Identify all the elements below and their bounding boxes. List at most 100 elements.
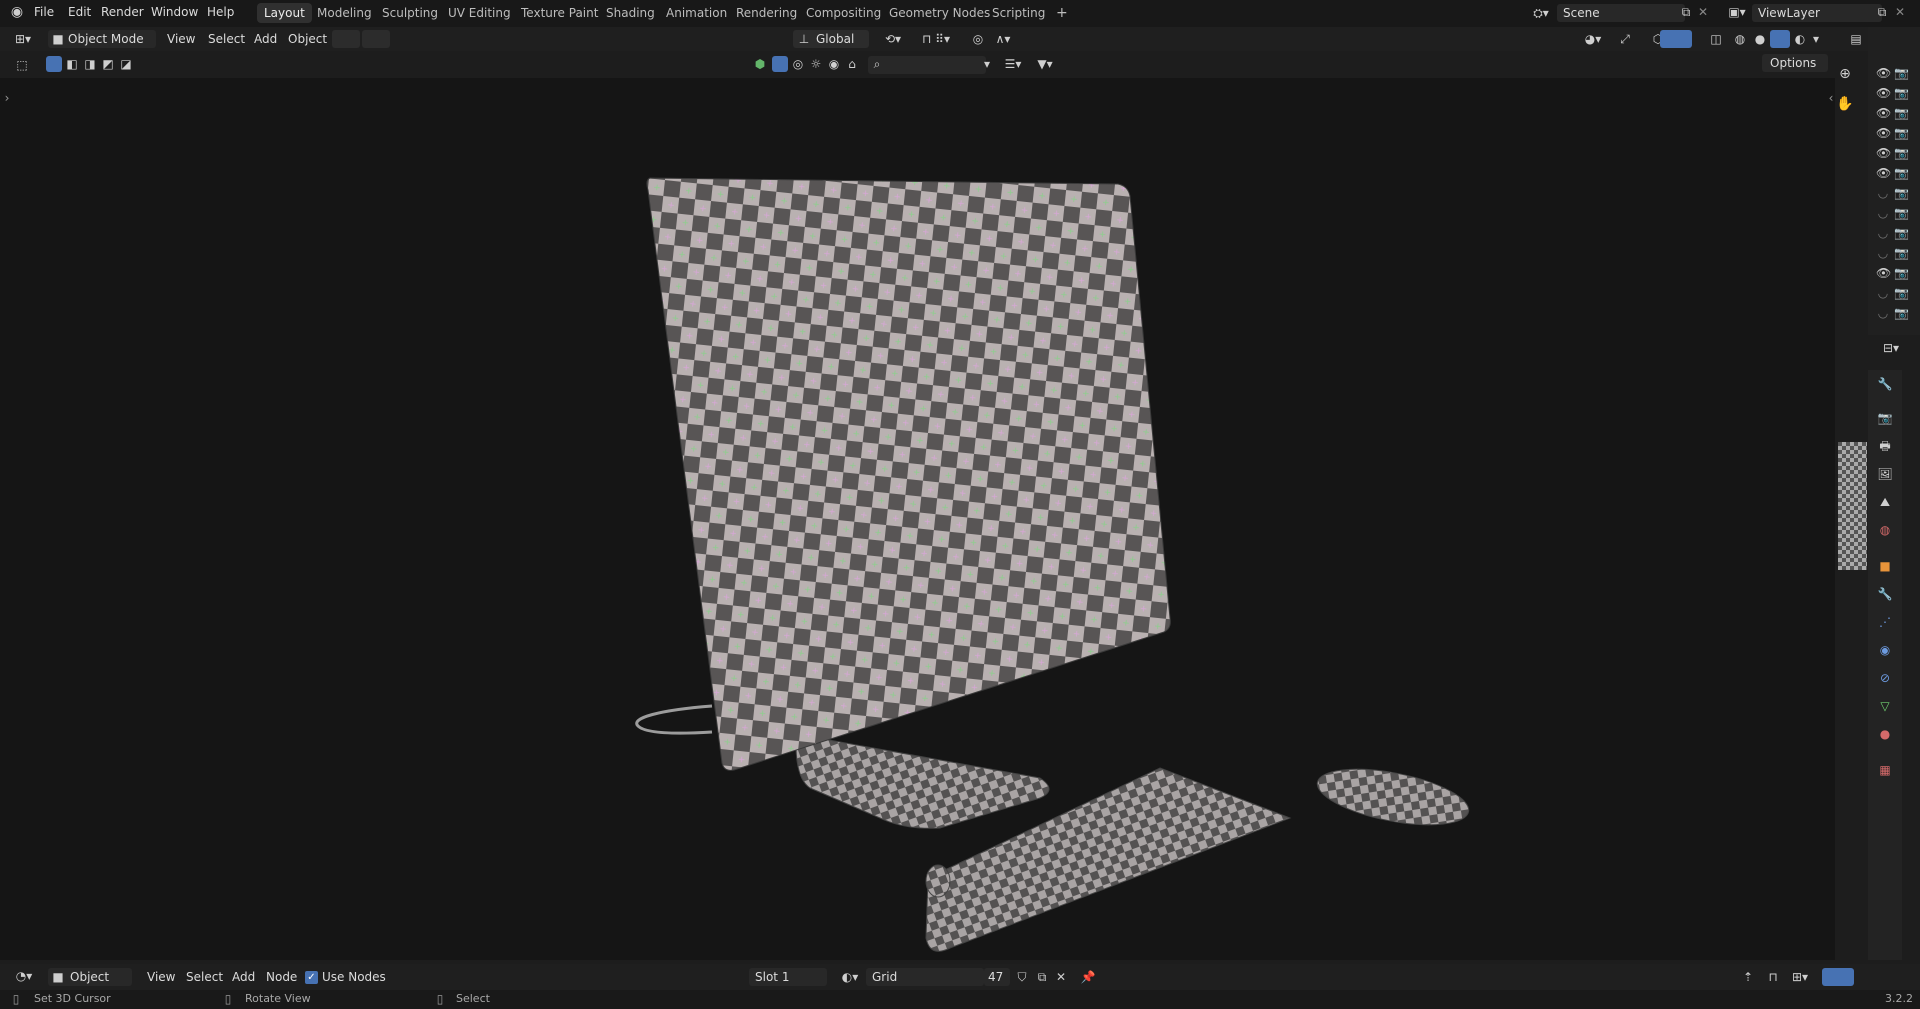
outliner-hidden-icon[interactable]: ◡ [1876, 185, 1890, 201]
menu-file[interactable]: File [34, 5, 54, 19]
copy-scene-icon[interactable]: ⧉ [1678, 4, 1694, 20]
output-tab-icon[interactable]: 🖶 [1877, 438, 1893, 454]
solid-shading-icon[interactable]: ● [1752, 31, 1768, 47]
constraints-tab-icon[interactable]: ⊘ [1877, 670, 1893, 686]
render-tab-icon[interactable]: 📷 [1877, 410, 1893, 426]
outliner-render-icon[interactable]: 📷 [1894, 85, 1909, 101]
viewport-menu-view[interactable]: View [167, 32, 195, 46]
mesh-filter-button[interactable] [772, 56, 788, 72]
node-menu-select[interactable]: Select [186, 970, 223, 984]
outliner-visibility-icon[interactable]: 👁 [1876, 65, 1891, 81]
scene-selector-icon[interactable]: ⛭▾ [1527, 5, 1555, 21]
menu-render[interactable]: Render [101, 5, 144, 19]
data-tab-icon[interactable]: ▽ [1877, 698, 1893, 714]
rendered-shading-icon[interactable]: ◐ [1792, 31, 1808, 47]
options-dropdown[interactable]: Options [1762, 54, 1828, 72]
viewport-menu-add[interactable]: Add [254, 32, 277, 46]
scene-name-field[interactable]: Scene [1557, 4, 1685, 22]
tab-rendering[interactable]: Rendering [729, 3, 804, 23]
tab-modeling[interactable]: Modeling [310, 3, 379, 23]
outliner-render-icon[interactable]: 📷 [1894, 305, 1909, 321]
fake-user-shield-icon[interactable]: ⛉ [1014, 969, 1030, 985]
search-options-chevron-icon[interactable]: ▾ [980, 56, 994, 72]
tab-sculpting[interactable]: Sculpting [375, 3, 445, 23]
tab-compositing[interactable]: Compositing [799, 3, 888, 23]
outliner-hidden-icon[interactable]: ◡ [1876, 225, 1890, 241]
outliner-render-icon[interactable]: 📷 [1894, 105, 1909, 121]
particles-tab-icon[interactable]: ⋰ [1877, 614, 1893, 630]
proportional-editing-icon[interactable]: ◎ [970, 31, 986, 47]
select-tool-icon[interactable]: ⬚ [14, 57, 30, 73]
scene-tab-icon[interactable]: ⛰ [1877, 494, 1893, 510]
viewport-menu-select[interactable]: Select [208, 32, 245, 46]
select-difference-icon[interactable]: ◩ [100, 56, 116, 72]
outliner-render-icon[interactable]: 📷 [1894, 165, 1909, 181]
tab-uv-editing[interactable]: UV Editing [441, 3, 518, 23]
object-type-filter-icon[interactable]: ⬢ [752, 56, 768, 72]
menu-help[interactable]: Help [207, 5, 234, 19]
falloff-icon[interactable]: ∧▾ [992, 31, 1014, 47]
node-menu-node[interactable]: Node [266, 970, 297, 984]
tab-layout[interactable]: Layout [257, 3, 312, 23]
copy-view-layer-icon[interactable]: ⧉ [1874, 4, 1890, 20]
view-layer-tab-icon[interactable]: 🖼 [1877, 466, 1893, 482]
outliner-hidden-icon[interactable]: ◡ [1876, 205, 1890, 221]
outliner-render-icon[interactable]: 📷 [1894, 65, 1909, 81]
texture-tab-icon[interactable]: ▦ [1877, 762, 1893, 778]
pin-icon[interactable]: 📌 [1080, 969, 1096, 985]
outliner-render-icon[interactable]: 📷 [1894, 205, 1909, 221]
blender-logo-icon[interactable]: ◉ [8, 4, 26, 20]
parent-node-tree-icon[interactable]: ⇡ [1740, 969, 1756, 985]
viewport-search-input[interactable] [868, 56, 986, 74]
overlays-toggle-button[interactable] [1660, 30, 1692, 48]
node-editor-type-icon[interactable]: ◔▾ [10, 968, 38, 984]
outliner-visibility-icon[interactable]: 👁 [1876, 105, 1891, 121]
tab-shading[interactable]: Shading [599, 3, 662, 23]
pan-view-hand-icon[interactable]: ✋ [1836, 96, 1854, 112]
select-intersect-icon[interactable]: ◪ [118, 56, 134, 72]
outliner-hidden-icon[interactable]: ◡ [1876, 245, 1890, 261]
outliner-render-icon[interactable]: 📷 [1894, 245, 1909, 261]
properties-editor-type-icon[interactable]: ⊟▾ [1878, 340, 1904, 356]
zoom-view-icon[interactable]: ⊕ [1836, 66, 1854, 82]
outliner-render-icon[interactable]: 📷 [1894, 185, 1909, 201]
outliner-visibility-icon[interactable]: 👁 [1876, 265, 1891, 281]
sidebar-toggle-icon[interactable]: ▤ [1848, 31, 1864, 47]
tab-scripting[interactable]: Scripting [985, 3, 1052, 23]
curve-filter-icon[interactable]: ◎ [790, 56, 806, 72]
tab-texture-paint[interactable]: Texture Paint [514, 3, 605, 23]
snapping-icon[interactable]: ⊓ ⠿▾ [914, 31, 958, 47]
select-subtract-icon[interactable]: ◨ [82, 56, 98, 72]
menu-edit[interactable]: Edit [68, 5, 91, 19]
node-overlays-toggle-button[interactable] [1822, 968, 1854, 986]
node-menu-view[interactable]: View [147, 970, 175, 984]
add-workspace-button[interactable]: + [1049, 3, 1075, 23]
outliner-visibility-icon[interactable]: 👁 [1876, 85, 1891, 101]
outliner-visibility-icon[interactable]: 👁 [1876, 125, 1891, 141]
mode-dropdown[interactable]: Object Mode [48, 30, 156, 48]
close-view-layer-icon[interactable]: ✕ [1893, 4, 1907, 20]
sidebar-expand-chevron-icon[interactable]: ‹ [1826, 90, 1836, 106]
gizmo-toggle-button[interactable] [332, 30, 360, 48]
node-snap-icon[interactable]: ⊓ [1764, 969, 1782, 985]
shading-options-chevron-icon[interactable]: ▾ [1810, 31, 1822, 47]
editor-type-icon[interactable]: ⊞▾ [10, 31, 36, 47]
browse-material-icon[interactable]: ◐▾ [836, 969, 864, 985]
outliner-hidden-icon[interactable]: ◡ [1876, 285, 1890, 301]
material-slot-dropdown[interactable]: Slot 1 [749, 968, 827, 986]
material-name-field[interactable]: Grid [866, 968, 984, 986]
toolbar-expand-chevron-icon[interactable]: › [2, 90, 12, 106]
outliner-render-icon[interactable]: 📷 [1894, 145, 1909, 161]
close-scene-icon[interactable]: ✕ [1696, 4, 1710, 20]
outliner-visibility-icon[interactable]: 👁 [1876, 165, 1891, 181]
view-layer-selector-icon[interactable]: ▣▾ [1724, 4, 1750, 20]
outliner-render-icon[interactable]: 📷 [1894, 285, 1909, 301]
duplicate-material-icon[interactable]: ⧉ [1034, 969, 1050, 985]
menu-window[interactable]: Window [151, 5, 198, 19]
light-filter-icon[interactable]: ☼ [808, 56, 824, 72]
material-preview-shading-button[interactable] [1770, 30, 1790, 48]
world-tab-icon[interactable]: ◍ [1877, 522, 1893, 538]
tool-tab-icon[interactable]: 🔧 [1877, 376, 1893, 392]
select-new-mode-button[interactable] [46, 56, 62, 72]
sort-options-icon[interactable]: ☰▾ [1000, 56, 1026, 72]
